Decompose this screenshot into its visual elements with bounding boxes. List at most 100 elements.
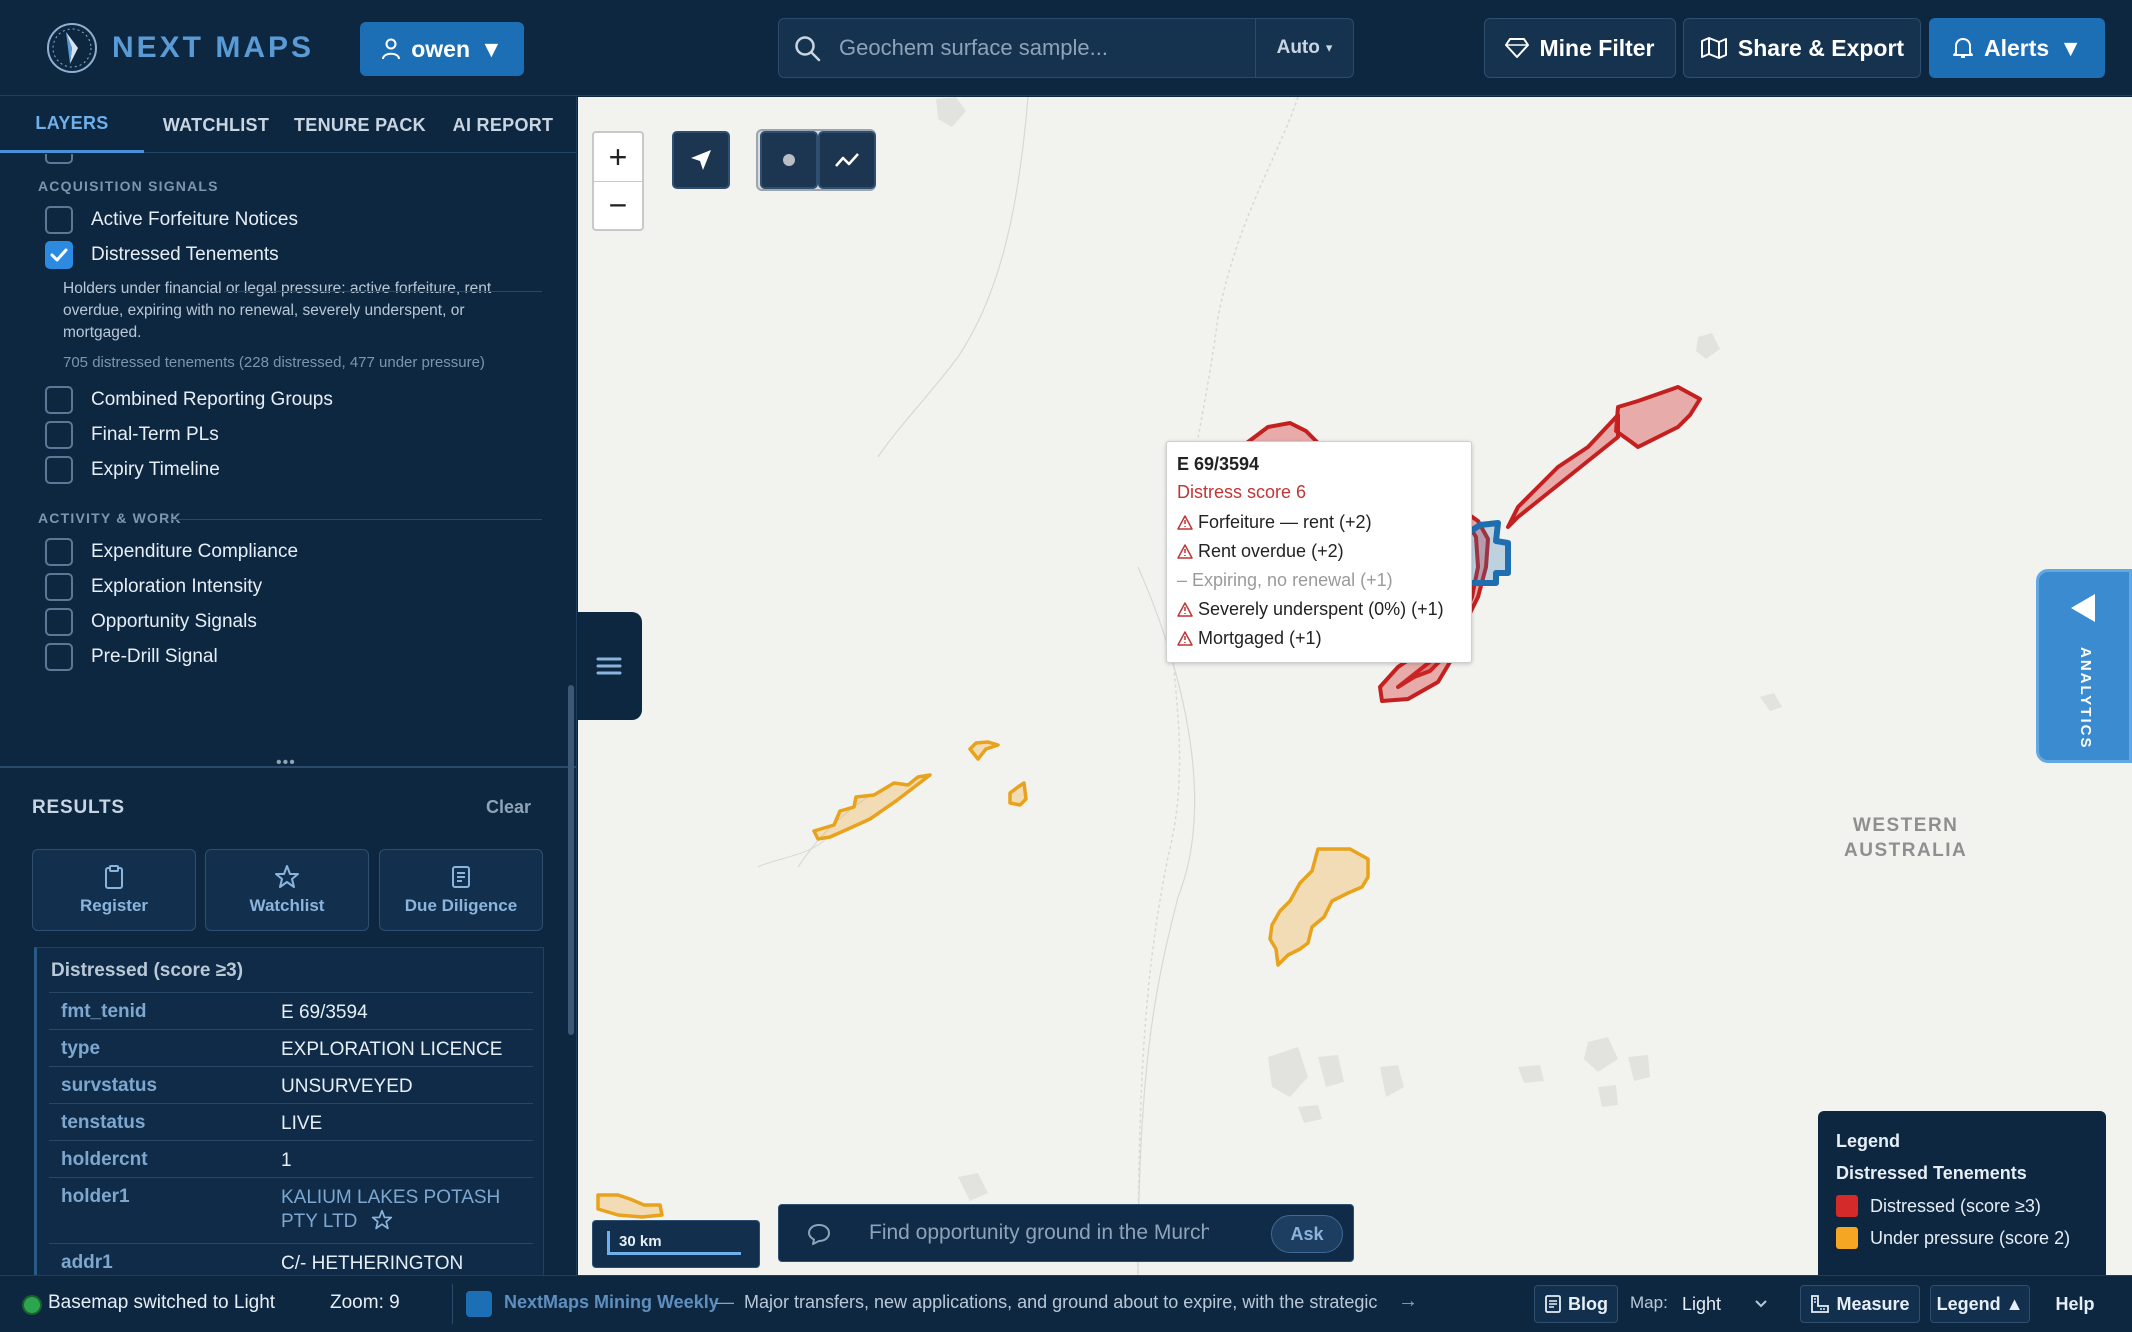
draw-line-button[interactable] <box>818 131 876 189</box>
layer-final-term-pls[interactable]: Final-Term PLs <box>45 421 219 449</box>
layer-combined-reporting[interactable]: Combined Reporting Groups <box>45 386 333 414</box>
checkbox[interactable] <box>45 538 73 566</box>
popup-factor-inactive: – Expiring, no renewal (+1) <box>1177 570 1393 590</box>
layer-distressed-tenements[interactable]: Distressed Tenements <box>45 241 279 269</box>
help-button[interactable]: Help <box>2040 1285 2110 1323</box>
search-mode-dropdown[interactable]: Auto ▾ <box>1255 19 1353 77</box>
section-divider <box>172 519 542 520</box>
zoom-out-button[interactable]: − <box>594 181 642 229</box>
field-row: holdercnt 1 <box>49 1140 533 1177</box>
checkbox[interactable] <box>45 608 73 636</box>
map-style-select[interactable]: Light <box>1672 1285 1778 1323</box>
locate-button[interactable] <box>672 131 730 189</box>
logo[interactable]: NEXT MAPS <box>44 20 314 76</box>
checkbox[interactable] <box>45 206 73 234</box>
checkbox-checked[interactable] <box>45 241 73 269</box>
arrow-right-icon[interactable]: → <box>1398 1290 1418 1313</box>
field-key: holdercnt <box>61 1149 148 1170</box>
field-value: UNSURVEYED <box>281 1076 413 1097</box>
zoom-in-button[interactable]: + <box>594 133 642 181</box>
watchlist-button[interactable]: Watchlist <box>205 849 369 931</box>
layer-count: 705 distressed tenements (228 distressed… <box>63 354 485 371</box>
search-mode-label: Auto <box>1276 37 1320 58</box>
star-icon <box>275 865 299 888</box>
under-pressure-polygons[interactable] <box>596 740 1370 1219</box>
field-key: fmt_tenid <box>61 1001 147 1022</box>
field-row: type EXPLORATION LICENCE <box>49 1029 533 1066</box>
register-button[interactable]: Register <box>32 849 196 931</box>
layer-checkbox-hidden[interactable] <box>45 154 73 164</box>
checkbox[interactable] <box>45 643 73 671</box>
legend-swatch <box>1836 1195 1858 1217</box>
chat-bubble-icon <box>808 1224 830 1245</box>
ask-input[interactable] <box>869 1205 1209 1261</box>
analytics-label: ANALYTICS <box>2077 647 2094 750</box>
panel-resize-handle[interactable]: ••• <box>0 754 576 774</box>
map-legend: Legend Distressed Tenements Distressed (… <box>1818 1111 2106 1275</box>
field-row: tenstatus LIVE <box>49 1103 533 1140</box>
user-menu-button[interactable]: owen ▼ <box>360 22 524 76</box>
layer-label: Final-Term PLs <box>91 424 219 445</box>
field-key: tenstatus <box>61 1112 146 1133</box>
tab-ai-report[interactable]: AI REPORT <box>436 97 570 153</box>
star-icon[interactable] <box>371 1209 393 1231</box>
layer-expenditure-compliance[interactable]: Expenditure Compliance <box>45 538 298 566</box>
clear-results-button[interactable]: Clear <box>486 797 531 818</box>
layer-label: Distressed Tenements <box>91 244 279 265</box>
map-style-label: Map: <box>1630 1293 1668 1312</box>
holder-link[interactable]: KALIUM LAKES POTASH PTY LTD <box>281 1186 511 1233</box>
section-activity-work: ACTIVITY & WORK <box>38 510 182 526</box>
layer-opportunity-signals[interactable]: Opportunity Signals <box>45 608 257 636</box>
layer-expiry-timeline[interactable]: Expiry Timeline <box>45 456 220 484</box>
tab-watchlist[interactable]: WATCHLIST <box>148 97 284 153</box>
mine-filter-button[interactable]: Mine Filter <box>1484 18 1676 78</box>
chevron-down-icon <box>1755 1300 1767 1308</box>
panel-toggle-button[interactable] <box>578 612 642 720</box>
due-diligence-button[interactable]: Due Diligence <box>379 849 543 931</box>
legend-toggle-button[interactable]: Legend ▲ <box>1930 1285 2030 1323</box>
checkbox[interactable] <box>45 456 73 484</box>
warning-icon <box>1177 602 1193 617</box>
layer-pre-drill-signal[interactable]: Pre-Drill Signal <box>45 643 218 671</box>
tab-tenure-pack[interactable]: TENURE PACK <box>290 97 430 153</box>
popup-factor: Rent overdue (+2) <box>1177 541 1344 562</box>
brand-name: NEXT MAPS <box>112 31 315 64</box>
checkbox[interactable] <box>45 386 73 414</box>
search-input[interactable] <box>839 19 1279 77</box>
document-icon <box>452 866 470 888</box>
check-icon <box>50 248 68 262</box>
blog-button[interactable]: Blog <box>1534 1285 1618 1323</box>
news-source-link[interactable]: NextMaps Mining Weekly <box>504 1292 719 1313</box>
menu-icon <box>596 657 622 675</box>
field-row: addr1 C/- HETHERINGTON EXPLORATION & MIN… <box>49 1243 533 1275</box>
tab-layers[interactable]: LAYERS <box>0 97 144 153</box>
field-key: holder1 <box>61 1186 130 1207</box>
field-key: addr1 <box>61 1252 113 1273</box>
legend-item-distressed: Distressed (score ≥3) <box>1836 1195 2041 1217</box>
share-export-label: Share & Export <box>1737 34 1905 61</box>
share-export-button[interactable]: Share & Export <box>1683 18 1921 78</box>
measure-button[interactable]: Measure <box>1800 1285 1920 1323</box>
map-canvas[interactable]: + − E 69/3594 Distress score 6 Forfeitur… <box>578 97 2132 1275</box>
checkbox[interactable] <box>45 421 73 449</box>
layer-label: Active Forfeiture Notices <box>91 209 298 230</box>
popup-factor: Mortgaged (+1) <box>1177 628 1322 649</box>
tenement-popup: E 69/3594 Distress score 6 Forfeiture — … <box>1166 441 1472 663</box>
layer-label: Exploration Intensity <box>91 576 263 597</box>
draw-point-button[interactable] <box>760 131 818 189</box>
field-value: EXPLORATION LICENCE <box>281 1039 503 1060</box>
results-section: RESULTS Clear Register Watchlist Due Dil… <box>0 774 576 1275</box>
top-header: NEXT MAPS owen ▼ Auto ▾ Mine Filter Shar… <box>0 0 2132 96</box>
ask-button[interactable]: Ask <box>1271 1215 1343 1253</box>
results-scrollbar[interactable] <box>568 685 574 1035</box>
compass-logo-icon <box>47 23 97 73</box>
layer-active-forfeiture[interactable]: Active Forfeiture Notices <box>45 206 298 234</box>
chevron-down-icon: ▼ <box>480 35 503 62</box>
analytics-drawer-button[interactable]: ANALYTICS <box>2036 569 2132 763</box>
alerts-button[interactable]: Alerts ▼ <box>1929 18 2105 78</box>
news-icon <box>466 1291 492 1317</box>
news-ticker-text[interactable]: Major transfers, new applications, and g… <box>744 1292 1384 1313</box>
checkbox[interactable] <box>45 573 73 601</box>
layer-exploration-intensity[interactable]: Exploration Intensity <box>45 573 262 601</box>
map-icon <box>1700 37 1727 59</box>
